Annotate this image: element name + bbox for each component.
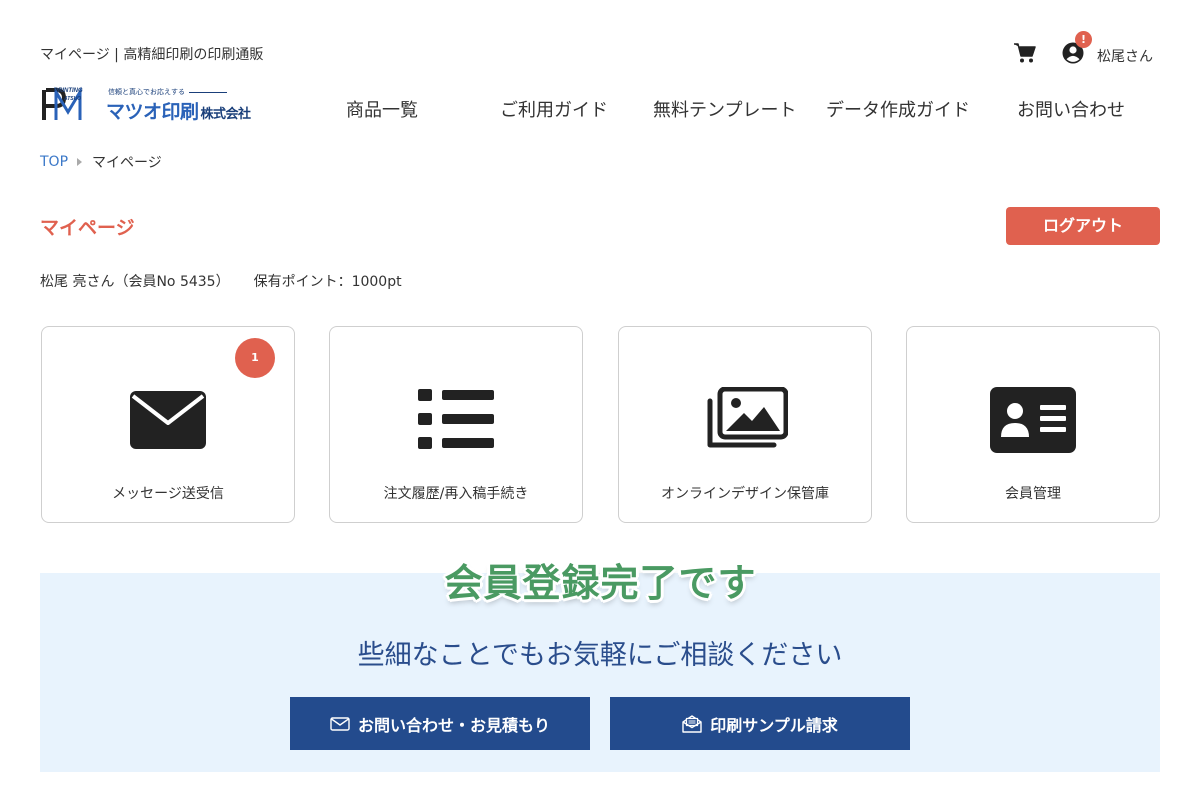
member-points: 保有ポイント：1000pt (253, 274, 402, 290)
sample-request-label: 印刷サンプル請求 (710, 715, 838, 735)
nav-item-products[interactable]: 商品一覧 (346, 96, 418, 122)
id-card-icon (990, 387, 1076, 453)
user-name[interactable]: 松尾さん (1097, 46, 1153, 66)
card-label: 注文履歴/再入稿手続き (383, 486, 529, 502)
envelope-icon (130, 391, 206, 449)
nav-item-contact[interactable]: お問い合わせ (1017, 96, 1125, 122)
list-icon (418, 389, 494, 449)
registration-complete-message: 会員登録完了です (444, 561, 757, 605)
nav-item-templates[interactable]: 無料テンプレート (653, 96, 796, 122)
header-account-area: ! 松尾さん (1013, 31, 1153, 66)
card-label: オンラインデザイン保管庫 (661, 486, 829, 502)
card-order-history[interactable]: 注文履歴/再入稿手続き (329, 326, 583, 523)
cart-icon[interactable] (1013, 41, 1037, 65)
message-count-badge: 1 (235, 338, 275, 378)
svg-text:PRINTING: PRINTING (54, 88, 83, 94)
images-icon (707, 387, 788, 448)
logout-button[interactable]: ログアウト (1006, 207, 1160, 245)
breadcrumb: TOP マイページ (40, 152, 162, 172)
mail-icon (330, 716, 350, 731)
breadcrumb-current: マイページ (92, 155, 162, 171)
card-messages[interactable]: 1 メッセージ送受信 (41, 326, 295, 523)
site-tagline: マイページ | 高精細印刷の印刷通販 (40, 47, 264, 63)
main-nav: 商品一覧 ご利用ガイド 無料テンプレート データ作成ガイド お問い合わせ (0, 96, 1201, 122)
breadcrumb-separator-icon (77, 158, 83, 166)
member-name: 松尾 亮さん（会員No 5435） (40, 274, 230, 290)
nav-item-guide[interactable]: ご利用ガイド (500, 96, 608, 122)
card-label: 会員管理 (1005, 486, 1061, 502)
contact-estimate-label: お問い合わせ・お見積もり (357, 715, 550, 735)
page-title: マイページ (40, 217, 135, 239)
member-info: 松尾 亮さん（会員No 5435） 保有ポイント：1000pt (40, 271, 402, 291)
consultation-title: 些細なことでもお気軽にご相談ください (357, 640, 843, 671)
card-label: メッセージ送受信 (112, 486, 224, 502)
account-button[interactable]: ! (1061, 31, 1092, 65)
notification-badge: ! (1075, 31, 1092, 48)
card-member-management[interactable]: 会員管理 (906, 326, 1160, 523)
nav-item-data-guide[interactable]: データ作成ガイド (826, 96, 970, 122)
contact-estimate-button[interactable]: お問い合わせ・お見積もり (290, 697, 590, 750)
sample-request-button[interactable]: 印刷サンプル請求 (610, 697, 910, 750)
sample-envelope-icon (682, 714, 702, 733)
breadcrumb-home-link[interactable]: TOP (40, 154, 68, 170)
card-design-storage[interactable]: オンラインデザイン保管庫 (618, 326, 872, 523)
